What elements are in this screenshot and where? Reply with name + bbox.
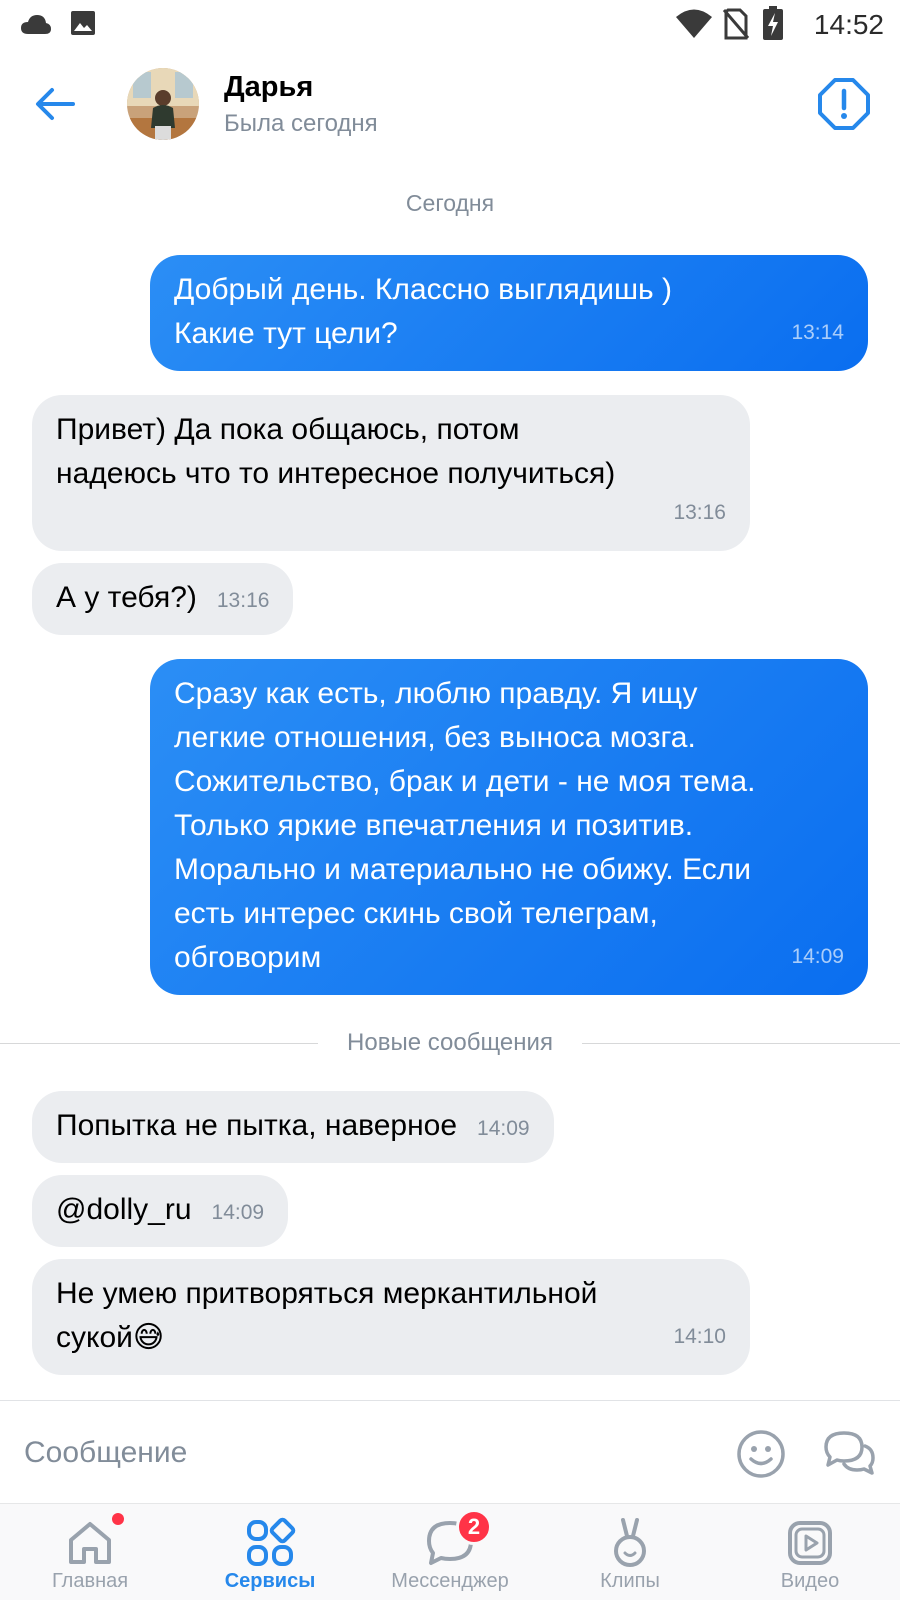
message-incoming[interactable]: Привет) Да пока общаюсь, потом надеюсь ч… — [32, 395, 750, 551]
clock: 14:52 — [813, 9, 884, 40]
message-time: 14:09 — [791, 945, 844, 968]
wifi-icon — [676, 9, 712, 38]
message-text: Привет) Да пока общаюсь, потом надеюсь ч… — [56, 413, 616, 490]
chat-header: Дарья Была сегодня — [0, 55, 900, 155]
message-outgoing[interactable]: Добрый день. Классно выглядишь ) Какие т… — [150, 255, 868, 371]
contact-name[interactable]: Дарья — [224, 71, 313, 104]
home-icon — [69, 1522, 111, 1564]
video-icon — [788, 1521, 832, 1565]
message-text: Добрый день. Классно выглядишь ) Какие т… — [174, 273, 672, 350]
message-text: Попытка не пытка, наверное — [56, 1109, 458, 1142]
message-outgoing[interactable]: Сразу как есть, люблю правду. Я ищу легк… — [150, 659, 868, 995]
no-sim-icon — [722, 8, 750, 40]
nav-label: Видео — [780, 1570, 840, 1592]
unread-count-badge: 2 — [456, 1509, 492, 1545]
nav-label: Главная — [51, 1570, 129, 1592]
message-input-bar — [0, 1400, 900, 1503]
message-text: Не умею притворяться меркантильной сукой… — [56, 1277, 598, 1354]
notification-dot — [112, 1513, 124, 1525]
message-time: 14:10 — [673, 1325, 726, 1348]
chat-bubbles-icon — [824, 1431, 875, 1475]
message-incoming[interactable]: @dolly_ru 14:09 — [32, 1175, 289, 1247]
message-text: А у тебя?) — [56, 581, 197, 614]
message-text: @dolly_ru — [56, 1193, 192, 1226]
nav-label: Клипы — [600, 1570, 660, 1592]
back-button[interactable] — [30, 79, 80, 129]
nav-label: Мессенджер — [391, 1570, 509, 1592]
message-time: 13:14 — [791, 321, 844, 344]
message-incoming[interactable]: Попытка не пытка, наверное 14:09 — [32, 1091, 554, 1163]
message-incoming[interactable]: Не умею притворяться меркантильной сукой… — [32, 1259, 750, 1375]
new-messages-divider: Новые сообщения — [0, 1025, 900, 1061]
contact-status: Была сегодня — [224, 110, 378, 137]
nav-item-clips[interactable]: Клипы — [540, 1504, 720, 1600]
smiley-icon — [737, 1430, 785, 1478]
divider-line — [582, 1043, 900, 1044]
services-grid-icon — [247, 1517, 296, 1566]
message-time: 14:09 — [477, 1117, 530, 1140]
message-text: Сразу как есть, люблю правду. Я ищу легк… — [174, 677, 756, 974]
nav-item-services[interactable]: Сервисы — [180, 1504, 360, 1600]
back-arrow-icon — [36, 88, 75, 120]
message-time: 14:09 — [211, 1201, 265, 1224]
nav-item-home[interactable]: Главная — [0, 1504, 180, 1600]
message-input[interactable] — [24, 1431, 704, 1475]
battery-charging-icon — [763, 6, 783, 40]
bottom-navigation: Главная Сервисы Мессенджер Клипы Видео 2 — [0, 1503, 900, 1600]
date-separator: Сегодня — [405, 190, 495, 216]
nav-item-messenger[interactable]: Мессенджер — [360, 1504, 540, 1600]
message-incoming[interactable]: А у тебя?) 13:16 — [32, 563, 294, 635]
message-time: 13:16 — [673, 501, 726, 524]
chat-button[interactable] — [822, 1429, 876, 1479]
clips-icon — [614, 1518, 646, 1567]
nav-label: Сервисы — [224, 1570, 316, 1592]
emoji-button[interactable] — [736, 1429, 786, 1479]
image-icon — [71, 11, 95, 35]
report-button[interactable] — [816, 76, 872, 132]
nav-item-video[interactable]: Видео — [720, 1504, 900, 1600]
cloud-icon — [21, 15, 51, 34]
message-time: 13:16 — [216, 589, 270, 612]
avatar[interactable] — [127, 68, 199, 140]
status-bar: 14:52 — [0, 0, 900, 50]
alert-octagon-icon — [818, 78, 870, 130]
